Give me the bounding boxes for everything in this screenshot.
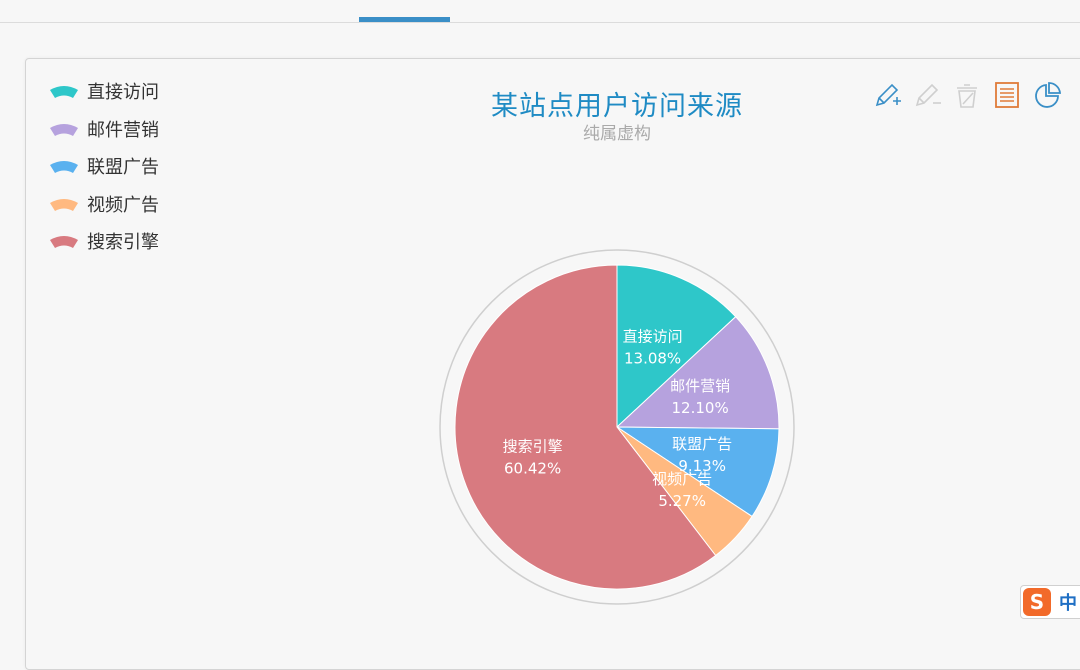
slice-percent-label: 12.10% — [672, 399, 729, 417]
slice-percent-label: 5.27% — [658, 492, 706, 510]
slice-name-label: 联盟广告 — [672, 435, 732, 453]
ime-mode-label: 中 — [1059, 593, 1077, 614]
slice-name-label: 直接访问 — [623, 327, 683, 345]
slice-percent-label: 60.42% — [504, 460, 561, 478]
ime-indicator[interactable]: S 中 — [1020, 585, 1080, 619]
slice-name-label: 视频广告 — [652, 470, 712, 488]
sogou-logo-icon: S — [1023, 588, 1051, 616]
slice-name-label: 搜索引擎 — [503, 438, 563, 456]
slice-percent-label: 13.08% — [624, 349, 681, 367]
pie-chart: 直接访问13.08%邮件营销12.10%联盟广告9.13%视频广告5.27%搜索… — [439, 249, 795, 605]
slice-name-label: 邮件营销 — [670, 377, 730, 395]
